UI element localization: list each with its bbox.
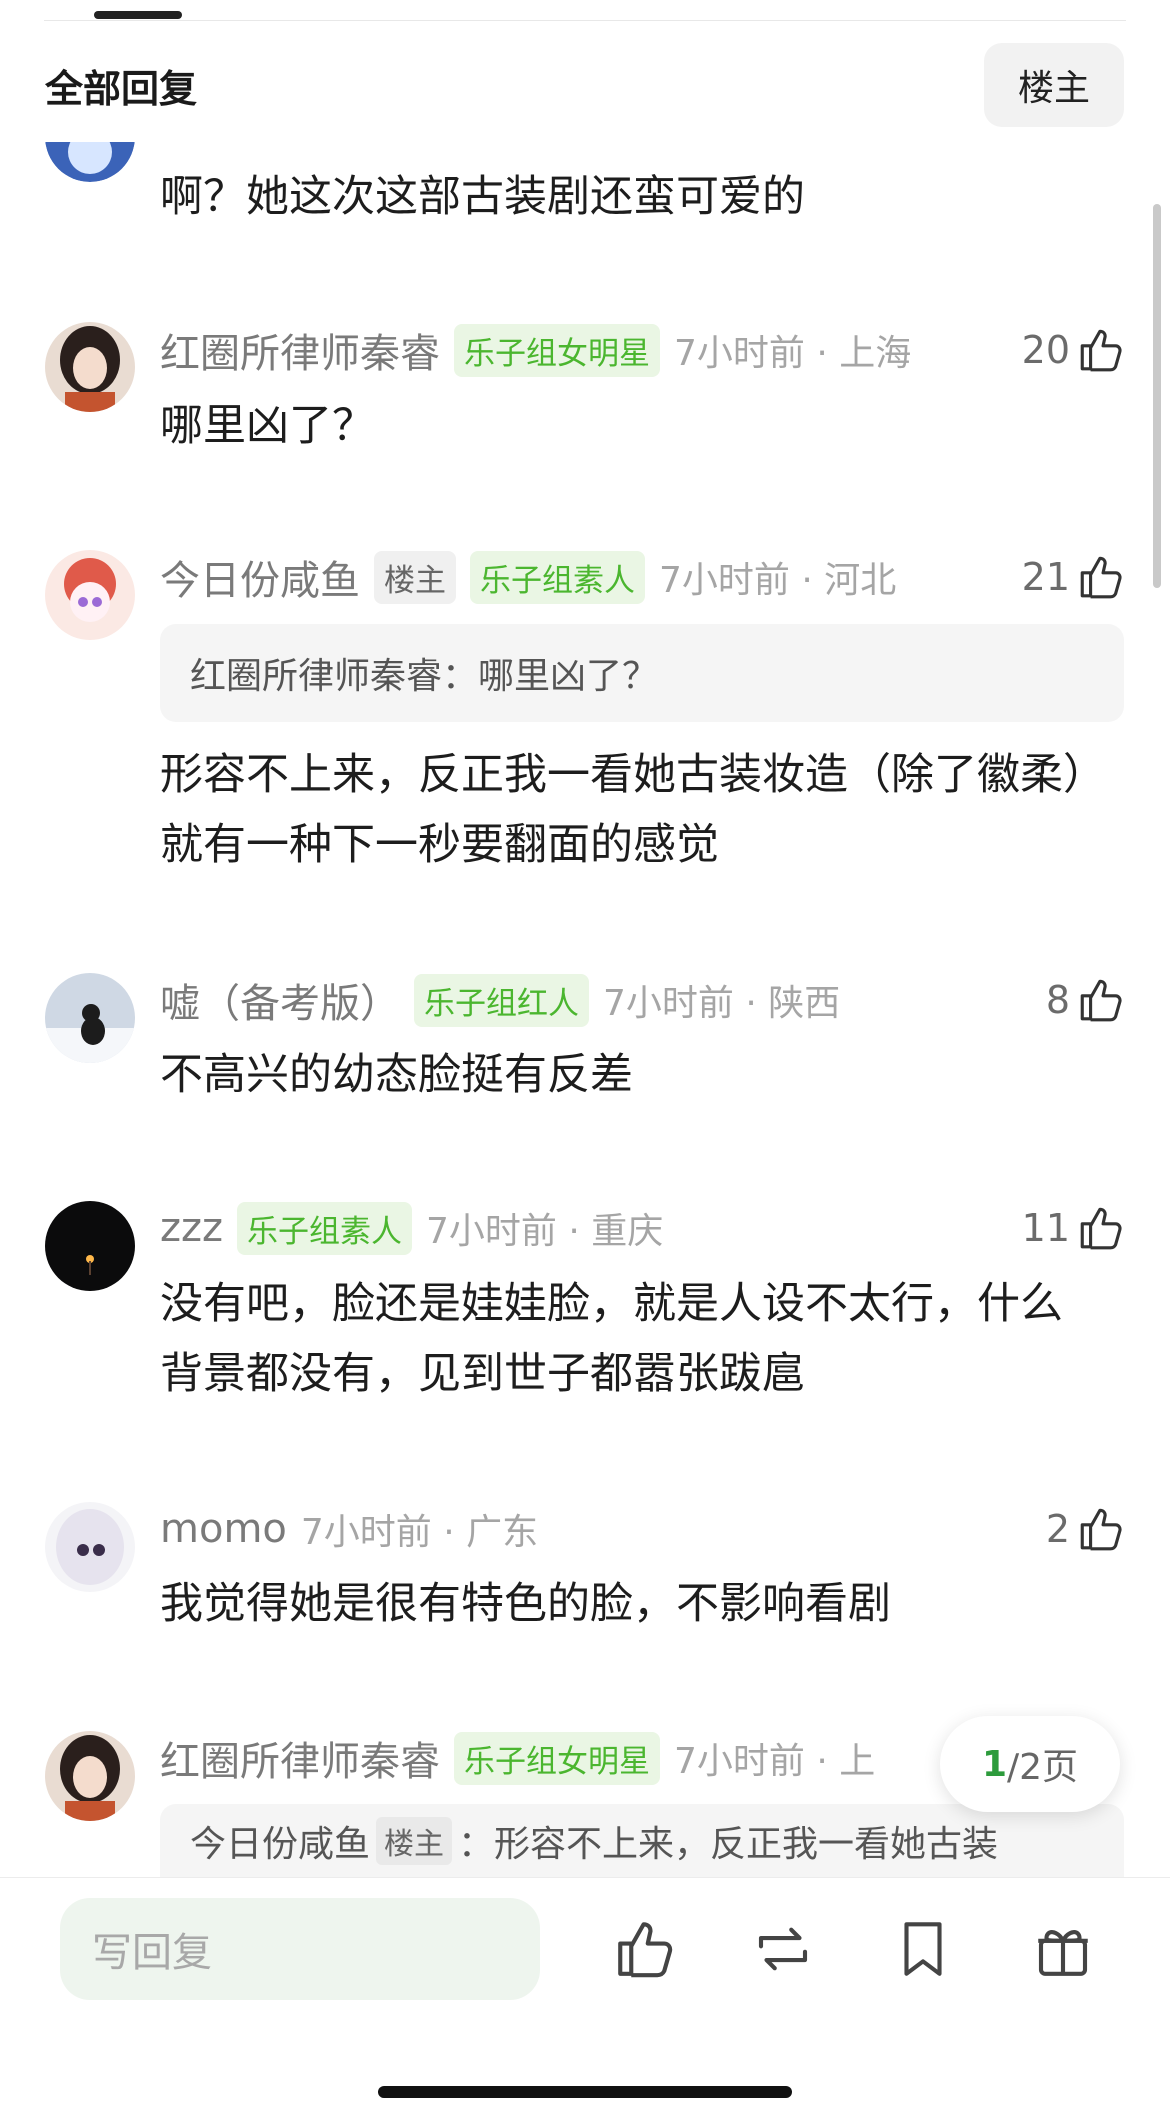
thumbs-up-icon[interactable] xyxy=(612,1916,678,1982)
thumbs-up-icon xyxy=(1080,979,1122,1022)
username[interactable]: 今日份咸鱼 xyxy=(160,548,360,606)
comment-text: 形容不上来，反正我一看她古装妆造（除了徽柔）就有一种下一秒要翻面的感觉 xyxy=(160,750,1085,870)
avatar[interactable] xyxy=(45,1731,135,1821)
quoted-text: ：形容不上来，反正我一看她古装 xyxy=(458,1824,999,1865)
quoted-reply[interactable]: 今日份咸鱼 楼主 ：形容不上来，反正我一看她古装 xyxy=(160,1804,1124,1878)
like-button[interactable]: 20 xyxy=(1022,322,1126,378)
group-badge: 乐子组女明星 xyxy=(454,1731,660,1785)
bookmark-icon[interactable] xyxy=(890,1916,956,1982)
comment-text: 我觉得她是很有特色的脸，不影响看剧 xyxy=(160,1579,891,1629)
op-only-filter-button[interactable]: 楼主 xyxy=(984,43,1124,127)
group-badge: 乐子组素人 xyxy=(237,1201,412,1255)
tab-indicator xyxy=(94,11,182,19)
avatar[interactable] xyxy=(45,973,135,1063)
total-pages: /2页 xyxy=(1007,1747,1079,1788)
like-button[interactable]: 21 xyxy=(1022,549,1126,605)
username[interactable]: zzz xyxy=(160,1205,223,1251)
bottom-action-bar: 写回复 xyxy=(0,1877,1170,2108)
timestamp-location: 7小时前 · 上海 xyxy=(674,333,912,374)
quoted-reply[interactable]: 红圈所律师秦睿：哪里凶了？ xyxy=(160,624,1124,722)
group-badge: 乐子组红人 xyxy=(414,973,589,1027)
thumbs-up-icon xyxy=(1080,1508,1122,1551)
timestamp-location: 7小时前 · 重庆 xyxy=(426,1211,664,1252)
thumbs-up-icon xyxy=(1080,556,1122,599)
comment-text: 没有吧，脸还是娃娃脸，就是人设不太行，什么背景都没有，见到世子都嚣张跋扈 xyxy=(160,1279,1063,1399)
like-button[interactable]: 8 xyxy=(1046,972,1126,1028)
timestamp-location: 7小时前 · 广东 xyxy=(300,1512,539,1553)
scrollbar[interactable] xyxy=(1153,204,1161,588)
like-count: 20 xyxy=(1021,328,1070,372)
like-button[interactable]: 2 xyxy=(1046,1501,1126,1557)
comment-text: 哪里凶了？ xyxy=(160,401,375,451)
timestamp-location: 7小时前 · 陕西 xyxy=(603,983,841,1024)
like-button[interactable]: 11 xyxy=(1022,1200,1126,1256)
avatar[interactable] xyxy=(45,322,135,412)
reply-input[interactable]: 写回复 xyxy=(60,1898,540,2000)
group-badge: 乐子组女明星 xyxy=(454,323,660,377)
username[interactable]: 嘘（备考版） xyxy=(160,971,400,1029)
op-badge: 楼主 xyxy=(376,1817,453,1865)
like-count: 21 xyxy=(1021,555,1070,599)
avatar[interactable] xyxy=(45,1502,135,1592)
op-badge: 楼主 xyxy=(374,550,456,604)
divider xyxy=(44,20,1126,21)
page-title: 全部回复 xyxy=(45,67,198,111)
avatar[interactable] xyxy=(45,550,135,640)
like-count: 8 xyxy=(1045,978,1070,1022)
gift-icon[interactable] xyxy=(1030,1916,1096,1982)
like-count: 11 xyxy=(1021,1206,1070,1250)
username[interactable]: 红圈所律师秦睿 xyxy=(160,321,440,379)
like-count: 2 xyxy=(1045,1507,1070,1551)
thumbs-up-icon xyxy=(1080,1207,1122,1250)
timestamp-location: 7小时前 · 河北 xyxy=(659,560,897,601)
comment-text: 不高兴的幼态脸挺有反差 xyxy=(160,1050,633,1100)
comment-text: 啊？她这次这部古装剧还蛮可爱的 xyxy=(160,172,805,222)
thumbs-up-icon xyxy=(1080,329,1122,372)
avatar[interactable] xyxy=(45,1201,135,1291)
username[interactable]: 红圈所律师秦睿 xyxy=(160,1729,440,1787)
group-badge: 乐子组素人 xyxy=(470,550,645,604)
current-page: 1 xyxy=(981,1743,1007,1785)
page-indicator[interactable]: 1/2页 xyxy=(940,1716,1120,1812)
username[interactable]: momo xyxy=(160,1506,287,1552)
home-indicator xyxy=(378,2086,792,2098)
quoted-username: 今日份咸鱼 xyxy=(190,1824,371,1865)
timestamp-location: 7小时前 · 上 xyxy=(674,1741,876,1782)
repost-icon[interactable] xyxy=(750,1916,816,1982)
